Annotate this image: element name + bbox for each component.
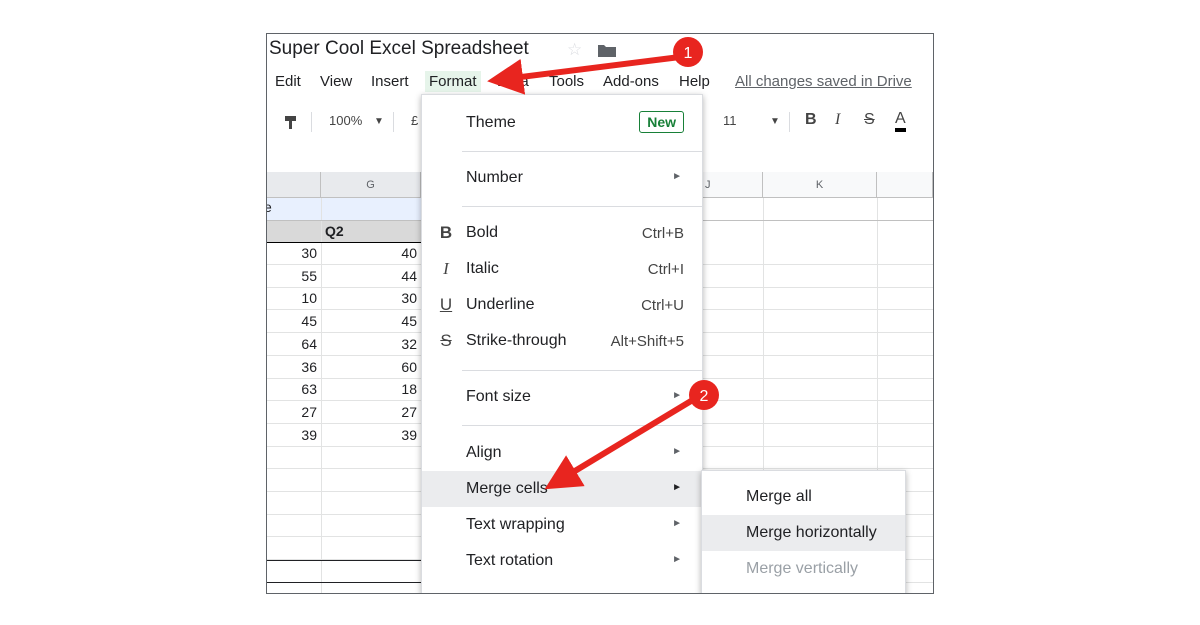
q2-value-cell[interactable]: 39 xyxy=(321,424,421,446)
column-header-k[interactable]: K xyxy=(763,172,877,198)
submenu-arrow-icon: ► xyxy=(672,390,682,401)
italic-label: Italic xyxy=(466,260,499,277)
align-label: Align xyxy=(466,444,502,461)
menu-data[interactable]: Data xyxy=(497,73,529,90)
paint-format-icon[interactable] xyxy=(283,114,299,130)
merge-cells-submenu: Merge all Merge horizontally Merge verti… xyxy=(701,470,906,593)
bold-icon: B xyxy=(439,223,453,242)
menu-item-align[interactable]: Align ► xyxy=(422,435,702,471)
merge-cells-label: Merge cells xyxy=(466,480,548,497)
q2-value-cell[interactable]: 18 xyxy=(321,378,421,400)
text-wrapping-label: Text wrapping xyxy=(466,516,565,533)
submenu-arrow-icon: ► xyxy=(672,482,682,493)
merge-all-label: Merge all xyxy=(746,488,812,505)
italic-shortcut: Ctrl+I xyxy=(647,261,684,278)
merge-horizontally-label: Merge horizontally xyxy=(746,524,877,541)
saved-status-link[interactable]: All changes saved in Drive xyxy=(735,73,912,90)
q2-value-cell[interactable]: 32 xyxy=(321,333,421,355)
underline-label: Underline xyxy=(466,296,535,313)
q1-value-cell[interactable]: 55 xyxy=(267,265,321,287)
italic-icon: I xyxy=(443,259,449,278)
bold-shortcut: Ctrl+B xyxy=(641,225,684,242)
bold-button[interactable]: B xyxy=(805,111,817,129)
menu-item-merge-all[interactable]: Merge all xyxy=(702,479,905,515)
underline-shortcut: Ctrl+U xyxy=(641,297,684,314)
cut-title-text: e xyxy=(267,199,272,215)
menu-item-font-size[interactable]: Font size ► xyxy=(422,379,702,415)
q1-value-cell[interactable]: 45 xyxy=(267,310,321,332)
font-size-select[interactable]: 11 xyxy=(723,113,737,128)
menu-item-theme[interactable]: Theme New xyxy=(422,105,702,141)
menu-insert[interactable]: Insert xyxy=(371,73,409,90)
strikethrough-label: Strike-through xyxy=(466,332,567,349)
q2-value-cell[interactable]: 44 xyxy=(321,265,421,287)
q2-value-cell[interactable]: 27 xyxy=(321,401,421,423)
font-size-label: Font size xyxy=(466,388,531,405)
q2-value-cell[interactable]: 60 xyxy=(321,356,421,378)
menu-item-number[interactable]: Number ► xyxy=(422,160,702,196)
menu-item-merge-vertically: Merge vertically xyxy=(702,551,905,587)
submenu-arrow-icon: ► xyxy=(672,446,682,457)
submenu-arrow-icon: ► xyxy=(672,554,682,565)
strikethrough-icon: S xyxy=(440,331,452,350)
q1-value-cell[interactable]: 63 xyxy=(267,378,321,400)
menu-help[interactable]: Help xyxy=(679,73,710,90)
menu-format[interactable]: Format xyxy=(425,71,481,92)
number-label: Number xyxy=(466,169,523,186)
folder-icon[interactable] xyxy=(598,43,616,57)
column-header-l[interactable] xyxy=(877,172,933,198)
menu-item-text-wrapping[interactable]: Text wrapping ► xyxy=(422,507,702,543)
text-color-button[interactable]: A xyxy=(895,110,906,132)
zoom-select[interactable]: 100% xyxy=(329,113,362,128)
menu-item-merge-horizontally[interactable]: Merge horizontally xyxy=(702,515,905,551)
q1-value-cell[interactable]: 10 xyxy=(267,287,321,309)
menu-tools[interactable]: Tools xyxy=(549,73,584,90)
header-cell-q1[interactable] xyxy=(267,220,321,242)
strikethrough-button[interactable]: S xyxy=(864,111,875,129)
column-header-j[interactable]: J xyxy=(701,172,763,198)
star-icon[interactable]: ☆ xyxy=(567,40,582,60)
format-menu: Theme New Number ► B Bold Ctrl+B I Itali… xyxy=(421,94,703,593)
q1-value-cell[interactable]: 27 xyxy=(267,401,321,423)
column-header-g[interactable]: G xyxy=(321,172,421,198)
italic-button[interactable]: I xyxy=(835,111,840,129)
text-rotation-label: Text rotation xyxy=(466,552,554,569)
q1-value-cell[interactable]: 39 xyxy=(267,424,321,446)
zoom-dropdown-icon[interactable]: ▼ xyxy=(374,116,384,127)
bold-label: Bold xyxy=(466,224,499,241)
menu-item-text-rotation[interactable]: Text rotation ► xyxy=(422,543,702,579)
menu-item-italic[interactable]: I Italic Ctrl+I xyxy=(422,251,702,287)
header-cell-q2[interactable]: Q2 xyxy=(321,220,421,242)
menu-bar: Edit View Insert Format Data Tools Add-o… xyxy=(267,70,933,94)
currency-format-button[interactable]: £ xyxy=(411,113,418,128)
underline-icon: U xyxy=(439,295,453,314)
menu-addons[interactable]: Add-ons xyxy=(603,73,659,90)
menu-view[interactable]: View xyxy=(320,73,352,90)
document-title[interactable]: Super Cool Excel Spreadsheet xyxy=(269,38,529,60)
menu-edit[interactable]: Edit xyxy=(275,73,301,90)
submenu-arrow-icon: ► xyxy=(672,171,682,182)
menu-item-underline[interactable]: U Underline Ctrl+U xyxy=(422,287,702,323)
font-size-dropdown-icon[interactable]: ▼ xyxy=(770,116,780,127)
q1-value-cell[interactable]: 64 xyxy=(267,333,321,355)
theme-label: Theme xyxy=(466,114,516,131)
menu-item-merge-cells[interactable]: Merge cells ► xyxy=(422,471,702,507)
new-badge: New xyxy=(639,111,684,133)
merge-vertically-label: Merge vertically xyxy=(746,560,859,577)
spreadsheet-screenshot: Super Cool Excel Spreadsheet ☆ Edit View… xyxy=(266,33,934,594)
q2-value-cell[interactable]: 45 xyxy=(321,310,421,332)
q1-value-cell[interactable]: 36 xyxy=(267,356,321,378)
q2-value-cell[interactable]: 40 xyxy=(321,242,421,264)
q1-value-cell[interactable]: 30 xyxy=(267,242,321,264)
menu-item-strikethrough[interactable]: S Strike-through Alt+Shift+5 xyxy=(422,323,702,359)
merged-title-cell[interactable]: e xyxy=(267,198,421,220)
column-header-f[interactable] xyxy=(267,172,321,198)
submenu-arrow-icon: ► xyxy=(672,518,682,529)
menu-item-bold[interactable]: B Bold Ctrl+B xyxy=(422,215,702,251)
q2-value-cell[interactable]: 30 xyxy=(321,287,421,309)
strikethrough-shortcut: Alt+Shift+5 xyxy=(610,333,684,350)
